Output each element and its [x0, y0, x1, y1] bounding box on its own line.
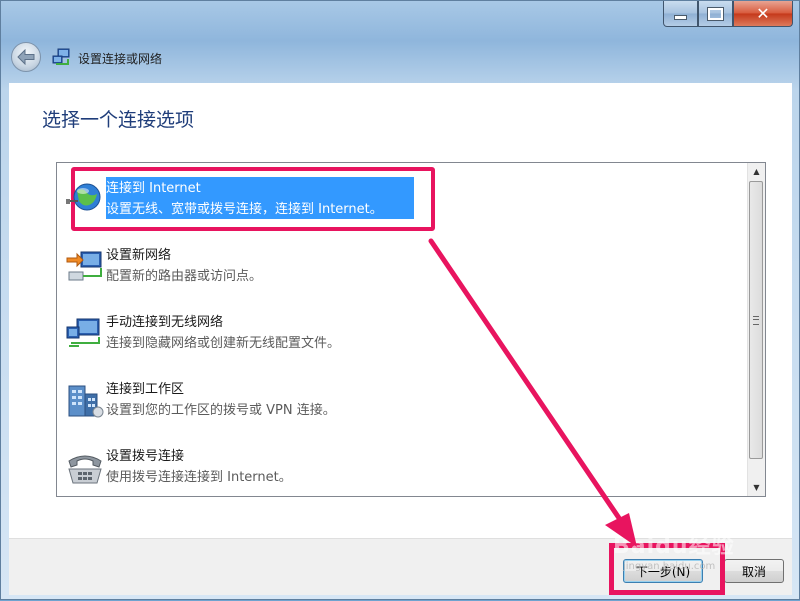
option-description: 连接到隐藏网络或创建新无线配置文件。 — [106, 336, 341, 351]
scroll-up-icon[interactable]: ▲ — [748, 163, 765, 180]
grip-icon — [753, 315, 759, 325]
maximize-button[interactable] — [698, 1, 733, 27]
workplace-building-icon — [68, 385, 104, 418]
maximize-icon — [707, 6, 724, 21]
back-arrow-icon — [17, 49, 35, 65]
watermark-logo: Baidu经验 — [613, 534, 735, 559]
back-button[interactable] — [11, 42, 41, 72]
option-description: 设置无线、宽带或拨号连接，连接到 Internet。 — [106, 202, 383, 217]
network-setup-icon — [52, 47, 72, 71]
list-scrollbar[interactable]: ▲ ▼ — [747, 163, 765, 496]
option-title: 设置拨号连接 — [106, 449, 185, 464]
cancel-button[interactable]: 取消 — [724, 559, 784, 583]
close-icon: ✕ — [756, 4, 770, 23]
page-heading: 选择一个连接选项 — [42, 109, 195, 131]
dialog-window: ✕ 设置连接或网络 选择一个连接选项 连接到 Internet 设置无线、宽带或… — [0, 0, 800, 600]
dialup-telephone-icon — [68, 455, 102, 484]
option-title: 连接到 Internet — [106, 181, 201, 196]
scroll-thumb[interactable] — [749, 181, 763, 459]
globe-network-icon — [66, 183, 101, 211]
option-connect-workplace[interactable]: 连接到工作区 设置到您的工作区的拨号或 VPN 连接。 — [61, 378, 741, 436]
close-button[interactable]: ✕ — [733, 1, 793, 27]
scroll-down-icon[interactable]: ▼ — [748, 479, 765, 496]
option-description: 设置到您的工作区的拨号或 VPN 连接。 — [106, 403, 336, 418]
content-area: 选择一个连接选项 连接到 Internet 设置无线、宽带或拨号连接，连接到 I… — [9, 83, 792, 538]
caption-buttons: ✕ — [663, 1, 793, 27]
option-title: 连接到工作区 — [106, 382, 185, 397]
option-dialup[interactable]: 设置拨号连接 使用拨号连接连接到 Internet。 — [61, 445, 741, 503]
option-description: 使用拨号连接连接到 Internet。 — [106, 470, 292, 485]
window-title: 设置连接或网络 — [78, 52, 163, 66]
wireless-network-icon — [66, 318, 100, 347]
connection-options-list[interactable]: 连接到 Internet 设置无线、宽带或拨号连接，连接到 Internet。 … — [56, 162, 766, 497]
option-connect-internet[interactable]: 连接到 Internet 设置无线、宽带或拨号连接，连接到 Internet。 — [61, 177, 741, 235]
minimize-button[interactable] — [663, 1, 698, 27]
option-title: 设置新网络 — [106, 248, 172, 263]
watermark-url: jingyan.baidu.com — [623, 561, 716, 572]
option-title: 手动连接到无线网络 — [106, 315, 224, 330]
new-network-icon — [66, 251, 102, 281]
option-description: 配置新的路由器或访问点。 — [106, 269, 263, 284]
option-manual-wireless[interactable]: 手动连接到无线网络 连接到隐藏网络或创建新无线配置文件。 — [61, 311, 741, 369]
option-new-network[interactable]: 设置新网络 配置新的路由器或访问点。 — [61, 244, 741, 302]
minimize-icon — [674, 15, 687, 20]
